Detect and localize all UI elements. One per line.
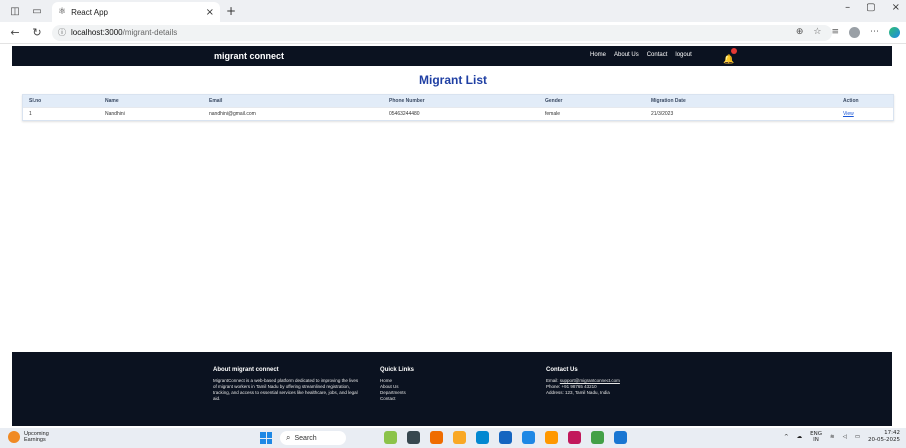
cell-phone: 05463244480: [389, 111, 420, 117]
favorites-icon[interactable]: ≡: [831, 27, 839, 38]
taskbar-search-label: Search: [294, 434, 317, 442]
url-path: /migrant-details: [122, 28, 178, 37]
file-explorer-icon[interactable]: [453, 431, 466, 444]
maximize-icon[interactable]: ▢: [866, 2, 875, 13]
zoom-icon[interactable]: ⊕: [796, 27, 804, 38]
tab-actions-icon[interactable]: ▭: [30, 4, 44, 18]
workspaces-icon[interactable]: ◫: [8, 4, 22, 18]
footer-about-heading: About migrant connect: [213, 367, 279, 373]
profile-avatar-icon[interactable]: [849, 27, 860, 38]
language-indicator[interactable]: ENG IN: [810, 431, 822, 443]
cell-gender: female: [545, 111, 561, 117]
app-icon-2[interactable]: [407, 431, 420, 444]
app-icon-10[interactable]: [591, 431, 604, 444]
nav-link-logout[interactable]: logout: [675, 52, 691, 58]
browser-tab-strip: ◫ ▭ ⚛ React App × + – ▢ ×: [0, 0, 906, 22]
footer-about: About migrant connect MigrantConnect is …: [213, 367, 361, 402]
notification-bell[interactable]: 🔔: [723, 48, 737, 65]
news-widget-icon: [8, 431, 20, 443]
footer-about-text: MigrantConnect is a web-based platform d…: [213, 378, 359, 401]
table-header: Sl.no Name Email Phone Number Gender Mig…: [23, 95, 893, 107]
browser-toolbar-right: ⊕ ☆ ≡ ⋯: [796, 27, 900, 38]
browser-tab[interactable]: ⚛ React App ×: [52, 2, 220, 22]
vscode-icon[interactable]: [614, 431, 627, 444]
cell-migration-date: 21/3/2023: [651, 111, 674, 117]
taskbar-search[interactable]: ⌕ Search: [280, 431, 346, 445]
tray-chevron-icon[interactable]: ^: [784, 434, 789, 440]
store-icon[interactable]: [499, 431, 512, 444]
minimize-icon[interactable]: –: [845, 2, 850, 13]
copilot-icon[interactable]: [889, 27, 900, 38]
close-window-icon[interactable]: ×: [892, 2, 900, 13]
volume-icon[interactable]: ◁: [843, 434, 847, 440]
app-icon-8[interactable]: [545, 431, 558, 444]
weather-widget[interactable]: Upcoming Earnings: [8, 431, 49, 443]
region-code: IN: [813, 437, 819, 443]
search-icon: ⌕: [286, 433, 291, 442]
migrant-table: Sl.no Name Email Phone Number Gender Mig…: [22, 94, 894, 121]
header-phone: Phone Number: [389, 98, 425, 104]
cell-slno: 1: [29, 111, 32, 117]
header-migration-date: Migration Date: [651, 98, 686, 104]
edge-browser-icon[interactable]: [476, 431, 489, 444]
app-navbar: migrant connect Home About Us Contact lo…: [12, 46, 892, 66]
refresh-icon[interactable]: ↻: [30, 26, 44, 39]
clock[interactable]: 17:42 20-05-2025: [868, 430, 900, 444]
system-tray: ^ ☁ ENG IN ≋ ◁ ▭ 17:42 20-05-2025: [784, 430, 900, 444]
nav-links: Home About Us Contact logout: [590, 52, 692, 58]
window-controls: – ▢ ×: [845, 2, 900, 13]
url-host: localhost:3000: [71, 28, 123, 37]
site-footer: About migrant connect MigrantConnect is …: [12, 352, 892, 426]
footer-contact: Contact Us Email: support@migrantconnect…: [546, 367, 620, 396]
url-field[interactable]: ⓘ localhost:3000/migrant-details: [52, 24, 832, 41]
back-icon[interactable]: ←: [8, 26, 22, 39]
react-favicon-icon: ⚛: [58, 7, 67, 17]
brand-logo-text[interactable]: migrant connect: [214, 51, 284, 61]
clock-date: 20-05-2025: [868, 437, 900, 443]
header-gender: Gender: [545, 98, 563, 104]
app-icon-9[interactable]: [568, 431, 581, 444]
header-email: Email: [209, 98, 223, 104]
bell-icon: 🔔: [723, 55, 735, 65]
footer-quick-links: Quick Links Home About Us Departments Co…: [380, 367, 414, 402]
nav-link-about-us[interactable]: About Us: [614, 52, 639, 58]
nav-link-contact[interactable]: Contact: [647, 52, 668, 58]
cell-name: Nandhini: [105, 111, 125, 117]
page-title: Migrant List: [419, 73, 487, 87]
widget-subtitle: Earnings: [24, 437, 46, 443]
site-info-icon[interactable]: ⓘ: [58, 27, 66, 38]
new-tab-icon[interactable]: +: [226, 4, 236, 18]
app-icon-3[interactable]: [430, 431, 443, 444]
start-button-icon[interactable]: [260, 432, 272, 444]
app-icon-1[interactable]: [384, 431, 397, 444]
notification-badge: [731, 48, 737, 54]
cell-email: nandhini@gmail.com: [209, 111, 256, 117]
footer-quick-links-heading: Quick Links: [380, 367, 415, 373]
taskbar-apps: [384, 431, 627, 444]
view-link[interactable]: View: [843, 111, 854, 117]
app-icon-7[interactable]: [522, 431, 535, 444]
clock-time: 17:42: [884, 430, 900, 436]
header-action: Action: [843, 98, 859, 104]
address-bar-row: ← ↻ ⓘ localhost:3000/migrant-details ⊕ ☆…: [0, 22, 906, 44]
footer-contact-heading: Contact Us: [546, 367, 578, 373]
footer-email-link[interactable]: support@migrantconnect.com: [560, 378, 620, 383]
footer-contact-address: Address: 123, Tamil Nadu, India: [546, 390, 610, 395]
header-slno: Sl.no: [29, 98, 42, 104]
table-row: 1 Nandhini nandhini@gmail.com 0546324448…: [23, 107, 893, 120]
wifi-icon[interactable]: ≋: [830, 434, 835, 440]
footer-link-contact[interactable]: Contact: [380, 396, 414, 402]
battery-icon[interactable]: ▭: [855, 434, 860, 440]
os-taskbar: Upcoming Earnings ⌕ Search ^ ☁ ENG IN ≋ ◁…: [0, 428, 906, 448]
tab-title: React App: [71, 7, 108, 17]
header-name: Name: [105, 98, 119, 104]
close-tab-icon[interactable]: ×: [206, 7, 214, 18]
cloud-icon[interactable]: ☁: [797, 434, 803, 440]
footer-email-label: Email:: [546, 378, 559, 383]
nav-link-home[interactable]: Home: [590, 52, 606, 58]
favorite-star-icon[interactable]: ☆: [813, 27, 821, 38]
more-options-icon[interactable]: ⋯: [870, 27, 879, 38]
